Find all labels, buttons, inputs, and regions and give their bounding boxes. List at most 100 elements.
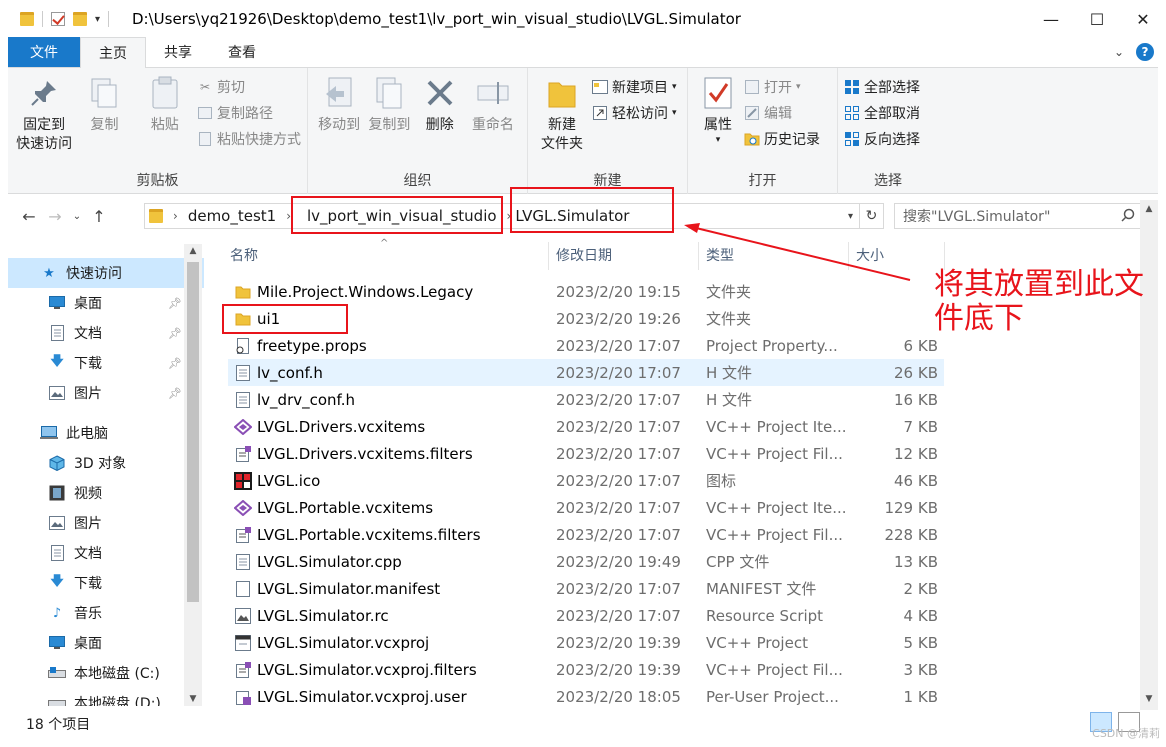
table-row[interactable]: lv_drv_conf.h 2023/2/20 17:07 H 文件 16 KB [228,386,944,413]
breadcrumb-demo-test1[interactable]: demo_test1 [178,207,286,225]
sidebar-item-documents-pc[interactable]: 文档 [8,538,204,568]
refresh-icon[interactable]: ↻ [860,203,884,229]
file-name[interactable]: freetype.props [257,337,367,355]
file-name[interactable]: LVGL.Simulator.vcxproj.filters [257,661,477,679]
search-icon[interactable] [1121,208,1135,226]
file-name[interactable]: lv_drv_conf.h [257,391,355,409]
paste-icon [148,74,182,112]
sidebar-item-videos[interactable]: 视频 [8,478,204,508]
table-row[interactable]: LVGL.Simulator.vcxproj.user 2023/2/20 18:… [228,683,944,710]
pin-icon[interactable]: 📌︎ [168,357,182,370]
sidebar-item-drive-d[interactable]: 本地磁盘 (D:) [8,688,204,706]
table-row[interactable]: LVGL.Simulator.cpp 2023/2/20 19:49 CPP 文件 1… [228,548,944,575]
file-name[interactable]: LVGL.Simulator.cpp [257,553,402,571]
customize-toolbar-icon[interactable]: ▾ [95,14,100,25]
recent-locations-icon[interactable]: ⌄ [68,211,86,222]
scrollbar-thumb[interactable] [187,262,199,602]
column-name[interactable]: 名称 [230,245,258,265]
properties-icon[interactable] [51,12,65,26]
file-size: 129 KB [884,498,938,517]
file-size: 5 KB [903,633,938,652]
rename-label: 重命名 [471,117,514,133]
select-all-button[interactable]: 全部选择 [844,76,920,98]
sidebar-item-desktop-pc[interactable]: 桌面 [8,628,204,658]
column-type[interactable]: 类型 [706,245,734,265]
sidebar-item-downloads[interactable]: 🡇 下载 📌︎ [8,348,204,378]
scroll-down-icon[interactable]: ▼ [184,694,202,704]
edit-button[interactable]: 编辑 [744,102,820,124]
sidebar-item-drive-c[interactable]: 本地磁盘 (C:) [8,658,204,688]
paste-shortcut-button[interactable]: 粘贴快捷方式 [197,128,301,150]
column-date[interactable]: 修改日期 [556,245,612,265]
select-none-button[interactable]: 全部取消 [844,102,920,124]
sidebar-item-desktop[interactable]: 桌面 📌︎ [8,288,204,318]
file-name[interactable]: LVGL.Simulator.vcxproj.user [257,688,467,706]
window-title: D:\Users\yq21926\Desktop\demo_test1\lv_p… [132,10,741,28]
tab-share[interactable]: 共享 [146,37,210,67]
table-row[interactable]: freetype.props 2023/2/20 17:07 Project Pro… [228,332,944,359]
sidebar-scrollbar[interactable]: ▲ ▼ [184,244,202,706]
copy-path-button[interactable]: 复制路径 [197,102,301,124]
address-dropdown-icon[interactable]: ▾ [848,211,853,222]
file-name[interactable]: LVGL.Simulator.vcxproj [257,634,429,652]
table-row[interactable]: LVGL.Portable.vcxitems.filters 2023/2/20 … [228,521,944,548]
table-row[interactable]: LVGL.Simulator.rc 2023/2/20 17:07 Resource… [228,602,944,629]
new-folder-icon[interactable] [73,12,87,26]
sidebar-item-music[interactable]: ♪ 音乐 [8,598,204,628]
sidebar-item-3d-objects[interactable]: 3D 对象 [8,448,204,478]
maximize-button[interactable]: ☐ [1074,0,1120,38]
tab-view[interactable]: 查看 [210,37,274,67]
file-name[interactable]: LVGL.Drivers.vcxitems [257,418,425,436]
column-size[interactable]: 大小 [856,245,884,265]
scroll-down-icon[interactable]: ▼ [1140,694,1158,704]
scroll-up-icon[interactable]: ▲ [1140,204,1158,214]
collapse-ribbon-icon[interactable]: ⌄ [1114,45,1124,59]
invert-selection-button[interactable]: 反向选择 [844,128,920,150]
cut-button[interactable]: ✂ 剪切 [197,76,301,98]
file-name[interactable]: LVGL.Portable.vcxitems.filters [257,526,481,544]
table-row[interactable]: LVGL.ico 2023/2/20 17:07 图标 46 KB [228,467,944,494]
sidebar-item-pictures-pc[interactable]: 图片 [8,508,204,538]
file-name[interactable]: LVGL.ico [257,472,320,490]
file-name[interactable]: LVGL.Portable.vcxitems [257,499,433,517]
tab-home[interactable]: 主页 [80,37,146,68]
up-arrow-icon[interactable]: ↑ [86,207,112,226]
minimize-button[interactable]: — [1028,0,1074,38]
pin-icon[interactable]: 📌︎ [168,327,182,340]
sidebar-item-this-pc[interactable]: 此电脑 [8,418,204,448]
table-row[interactable]: lv_conf.h 2023/2/20 17:07 H 文件 26 KB [228,359,944,386]
file-name[interactable]: LVGL.Drivers.vcxitems.filters [257,445,473,463]
table-row[interactable]: LVGL.Simulator.vcxproj 2023/2/20 19:39 VC+… [228,629,944,656]
table-row[interactable]: Mile.Project.Windows.Legacy 2023/2/20 19:… [228,278,944,305]
sidebar-item-quick-access[interactable]: ★ 快速访问 [8,258,204,288]
table-row[interactable]: LVGL.Drivers.vcxitems.filters 2023/2/20 1… [228,440,944,467]
table-row[interactable]: LVGL.Simulator.vcxproj.filters 2023/2/20 … [228,656,944,683]
table-row[interactable]: LVGL.Simulator.manifest 2023/2/20 17:07 MA… [228,575,944,602]
table-row[interactable]: LVGL.Drivers.vcxitems 2023/2/20 17:07 VC++… [228,413,944,440]
file-name[interactable]: LVGL.Simulator.rc [257,607,389,625]
pin-icon[interactable]: 📌︎ [168,387,182,400]
help-icon[interactable]: ? [1136,43,1154,61]
sidebar-item-pictures[interactable]: 图片 📌︎ [8,378,204,408]
history-button[interactable]: 历史记录 [744,128,820,150]
scroll-up-icon[interactable]: ▲ [184,246,202,256]
picture-icon [48,385,66,401]
sidebar-item-documents[interactable]: 文档 📌︎ [8,318,204,348]
tab-file[interactable]: 文件 [8,37,80,67]
easy-access-button[interactable]: 轻松访问 ▾ [592,102,677,124]
file-name[interactable]: lv_conf.h [257,364,323,382]
file-name[interactable]: Mile.Project.Windows.Legacy [257,283,473,301]
new-item-button[interactable]: 新建项目 ▾ [592,76,677,98]
forward-arrow-icon[interactable]: → [42,207,68,226]
table-row[interactable]: LVGL.Portable.vcxitems 2023/2/20 17:07 VC+… [228,494,944,521]
back-arrow-icon[interactable]: ← [16,207,42,226]
folder-icon[interactable] [20,12,34,26]
search-input[interactable]: 搜索"LVGL.Simulator" [894,203,1144,229]
pin-icon[interactable]: 📌︎ [168,297,182,310]
document-icon [48,545,66,561]
sidebar-item-downloads-pc[interactable]: 🡇 下载 [8,568,204,598]
close-button[interactable]: ✕ [1120,0,1166,38]
props-file-icon [234,337,252,355]
file-name[interactable]: LVGL.Simulator.manifest [257,580,440,598]
open-button[interactable]: 打开 ▾ [744,76,820,98]
